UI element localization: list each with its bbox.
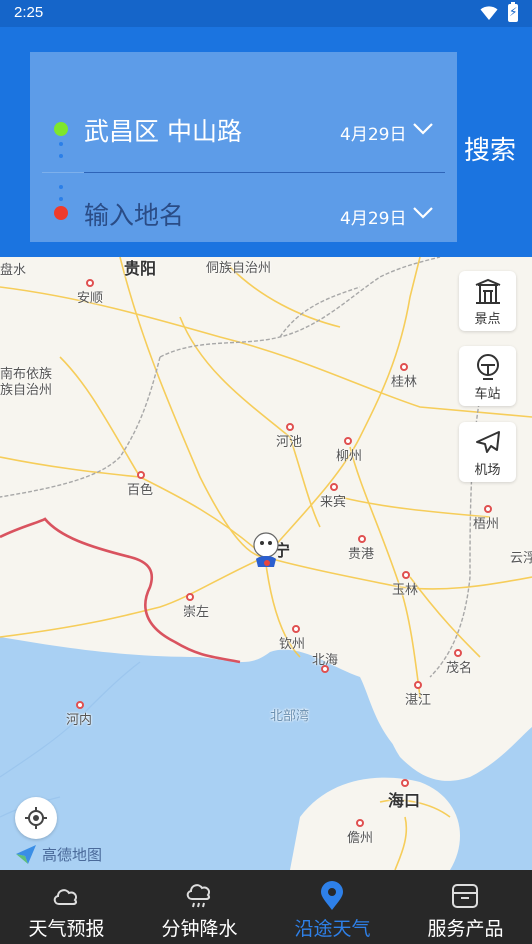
tab-label: 服务产品 — [427, 918, 504, 940]
amap-logo: 高德地图 — [14, 842, 110, 866]
route-card: 武昌区 中山路 4月29日 输入地名 4月29日 — [30, 52, 457, 242]
airport-icon — [476, 431, 500, 453]
city-label: 海口 — [388, 791, 421, 810]
amap-logo-text: 高德地图 — [42, 846, 103, 864]
station-label: 车站 — [474, 387, 501, 402]
city-marker-icon — [292, 625, 300, 633]
start-date[interactable]: 4月29日 — [340, 120, 406, 145]
city-label: 云浮 — [510, 551, 532, 566]
wifi-icon — [480, 6, 498, 20]
city-label: 族自治州 — [0, 383, 53, 398]
service-box-icon — [452, 884, 478, 908]
city-label: 桂林 — [391, 375, 418, 390]
city-label: 百色 — [127, 483, 154, 498]
city-marker-icon — [286, 423, 294, 431]
city-marker-icon — [356, 819, 364, 827]
scenic-spot-icon — [475, 278, 501, 304]
start-dot-icon — [54, 122, 68, 136]
city-marker-icon — [402, 571, 410, 579]
tab-weather-forecast[interactable]: 天气预报 — [0, 870, 133, 944]
city-marker-icon — [454, 649, 462, 657]
location-pin-icon — [321, 881, 343, 910]
chevron-down-icon[interactable] — [412, 206, 434, 220]
amap-logo-icon — [16, 845, 36, 864]
city-label: 安顺 — [77, 291, 104, 306]
crosshair-icon — [25, 807, 47, 829]
map-view[interactable]: 贵阳 侗族自治州 盘水 安顺 南布依族 族自治州 桂林 河池 柳州 百色 来宾 … — [0, 257, 532, 870]
city-label: 儋州 — [347, 831, 374, 846]
divider — [84, 172, 445, 173]
destination-input[interactable]: 输入地名 — [84, 196, 184, 232]
city-label: 茂名 — [446, 661, 473, 676]
city-label: 湛江 — [405, 693, 432, 708]
end-date[interactable]: 4月29日 — [340, 204, 406, 229]
bottom-nav: 天气预报 分钟降水 沿途天气 服务产品 — [0, 870, 532, 944]
city-label: 钦州 — [279, 637, 306, 652]
locate-me-button[interactable] — [15, 797, 57, 839]
tab-service-products[interactable]: 服务产品 — [399, 870, 532, 944]
divider — [42, 172, 84, 173]
city-marker-icon — [76, 701, 84, 709]
city-label: 来宾 — [320, 495, 347, 510]
rain-cloud-icon — [186, 884, 211, 908]
user-location-marker-icon[interactable] — [250, 531, 284, 569]
city-label: 河内 — [66, 713, 93, 728]
city-marker-icon — [137, 471, 145, 479]
chevron-down-icon[interactable] — [412, 122, 434, 136]
status-bar: 2:25 ⚡ — [0, 0, 532, 27]
end-dot-icon — [54, 206, 68, 220]
city-marker-icon — [401, 779, 409, 787]
route-header: 武昌区 中山路 4月29日 输入地名 4月29日 搜索 — [0, 27, 532, 257]
city-marker-icon — [484, 505, 492, 513]
city-label: 柳州 — [336, 449, 363, 464]
destination-row[interactable]: 输入地名 4月29日 — [30, 184, 457, 244]
city-label: 河池 — [276, 435, 303, 450]
city-marker-icon — [321, 665, 329, 673]
station-button[interactable]: 车站 — [459, 346, 516, 406]
tab-label: 沿途天气 — [294, 918, 371, 940]
city-marker-icon — [330, 483, 338, 491]
route-dot-icon — [59, 142, 63, 146]
station-icon — [477, 354, 499, 380]
tab-label: 分钟降水 — [161, 918, 238, 940]
city-label: 贵阳 — [124, 259, 157, 278]
city-marker-icon — [400, 363, 408, 371]
tab-minute-precipitation[interactable]: 分钟降水 — [133, 870, 266, 944]
airport-label: 机场 — [474, 463, 501, 478]
battery-icon: ⚡ — [508, 2, 518, 22]
scenic-spot-label: 景点 — [474, 312, 501, 327]
city-marker-icon — [186, 593, 194, 601]
city-label: 贵港 — [348, 547, 375, 562]
start-location[interactable]: 武昌区 中山路 — [84, 112, 242, 148]
status-time: 2:25 — [14, 4, 44, 21]
tab-route-weather[interactable]: 沿途天气 — [266, 870, 399, 944]
city-label: 盘水 — [0, 263, 27, 278]
city-marker-icon — [344, 437, 352, 445]
city-label: 崇左 — [183, 605, 210, 620]
city-marker-icon — [86, 279, 94, 287]
start-location-row[interactable]: 武昌区 中山路 4月29日 — [30, 100, 457, 160]
city-label: 侗族自治州 — [206, 261, 272, 276]
route-dot-icon — [59, 154, 63, 158]
airport-button[interactable]: 机场 — [459, 422, 516, 482]
tab-label: 天气预报 — [28, 918, 105, 940]
cloud-icon — [53, 889, 78, 905]
scenic-spot-button[interactable]: 景点 — [459, 271, 516, 331]
search-button[interactable]: 搜索 — [464, 130, 516, 167]
city-label: 玉林 — [392, 583, 419, 598]
city-marker-icon — [358, 535, 366, 543]
city-marker-icon — [414, 681, 422, 689]
city-label: 梧州 — [473, 517, 500, 532]
sea-label: 北部湾 — [270, 709, 310, 724]
